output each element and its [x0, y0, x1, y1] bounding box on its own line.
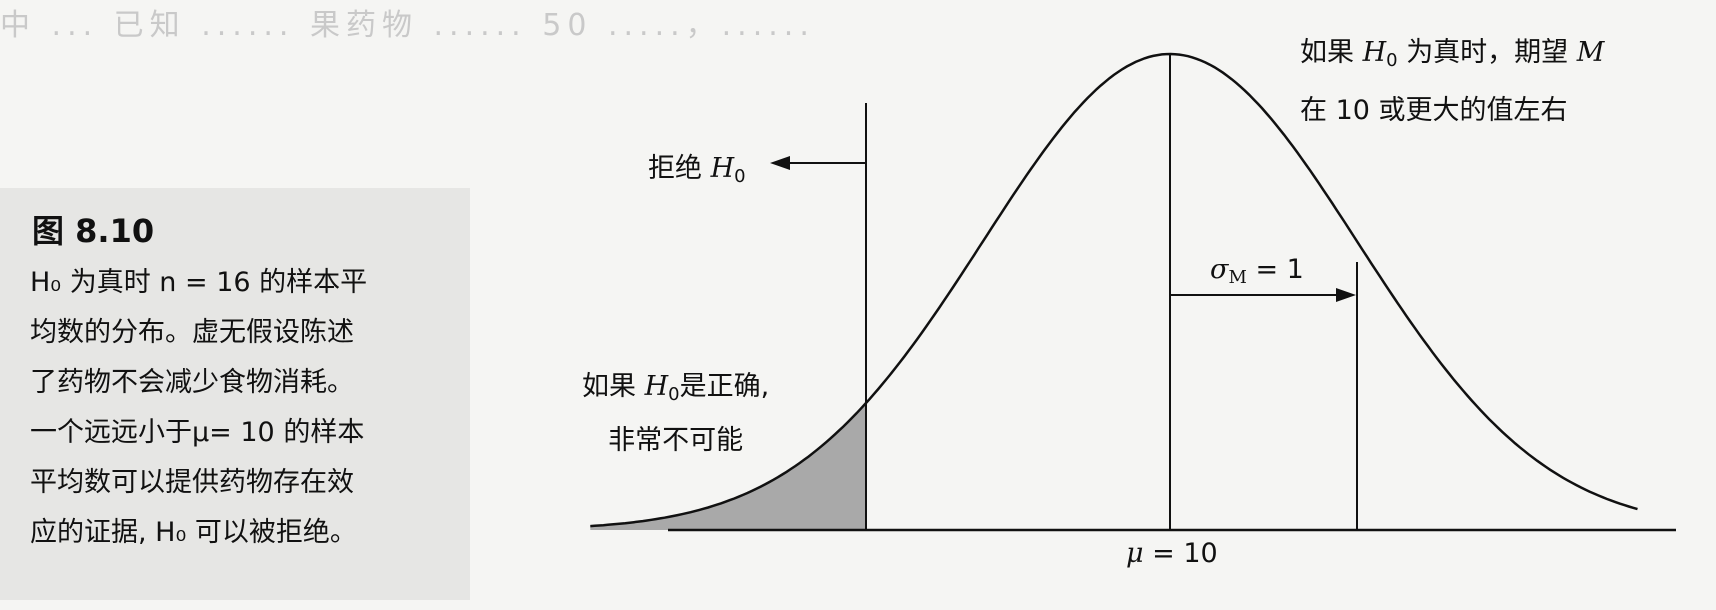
- sigma-arrow-head: [1336, 288, 1356, 302]
- h-symbol: H: [1362, 37, 1387, 68]
- sigma-value: = 1: [1255, 254, 1304, 285]
- m-symbol: M: [1576, 37, 1605, 68]
- h-symbol: H: [644, 371, 669, 402]
- mu-label: μ = 10: [1126, 538, 1218, 569]
- annotation-text: 为真时，期望: [1406, 37, 1569, 68]
- sigma-label: σM = 1: [1210, 254, 1304, 288]
- annotation-text: 是正确,: [679, 371, 770, 402]
- annotation-line-2: 在 10 或更大的值左右: [1300, 95, 1568, 126]
- h-subscript: 0: [1386, 50, 1398, 71]
- h-subscript: 0: [668, 384, 680, 405]
- h-symbol: H: [710, 153, 735, 184]
- annotation-line-2: 非常不可能: [608, 425, 744, 456]
- reject-label-text: 拒绝: [648, 153, 702, 184]
- expectation-annotation: 如果 H0 为真时，期望 M 在 10 或更大的值左右: [1300, 28, 1604, 136]
- annotation-text: 如果: [1300, 37, 1354, 68]
- mu-symbol: μ: [1126, 538, 1144, 569]
- sigma-subscript: M: [1228, 267, 1247, 288]
- annotation-text: 如果: [582, 371, 636, 402]
- reject-h0-label: 拒绝 H0: [648, 146, 746, 187]
- unlikely-annotation: 如果 H0是正确, 非常不可能: [582, 364, 769, 464]
- mu-value: = 10: [1152, 538, 1218, 569]
- h-subscript: 0: [734, 166, 746, 187]
- sigma-symbol: σ: [1210, 254, 1229, 285]
- reject-arrow-head: [770, 156, 790, 170]
